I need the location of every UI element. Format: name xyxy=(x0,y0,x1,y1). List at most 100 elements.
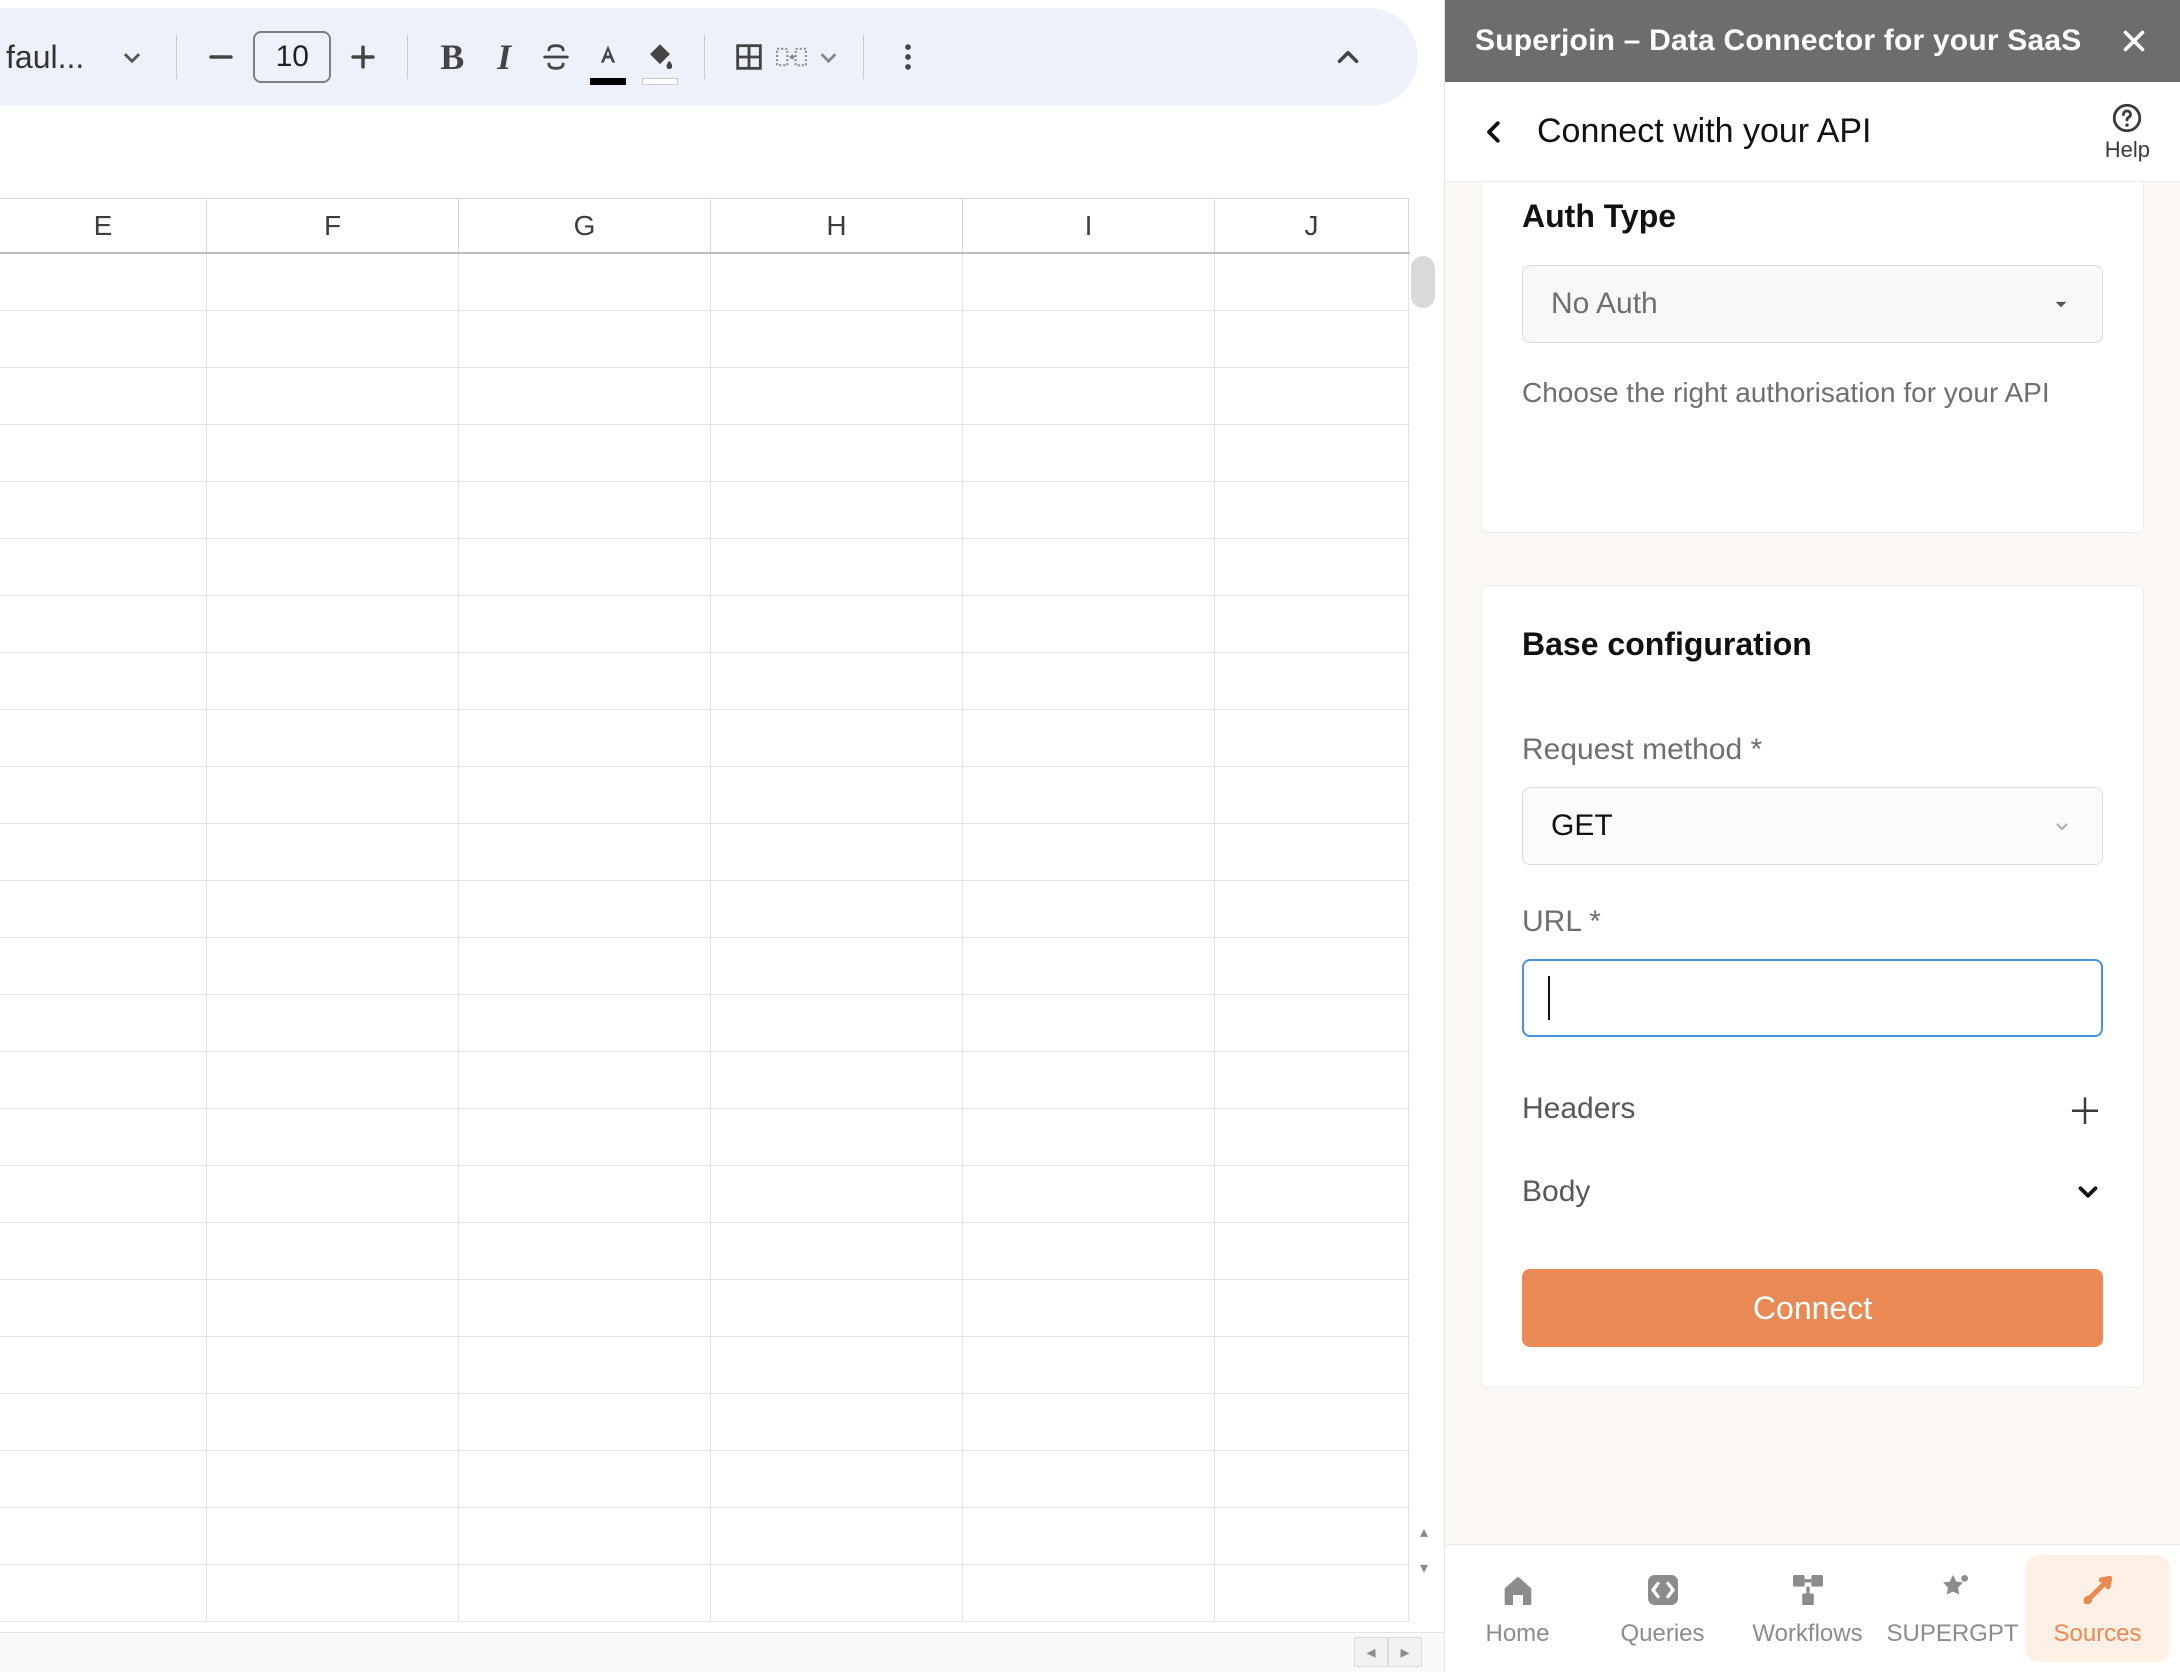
cell[interactable] xyxy=(0,881,207,937)
cell[interactable] xyxy=(207,938,459,994)
spreadsheet-grid[interactable] xyxy=(0,254,1410,1640)
cell[interactable] xyxy=(207,1223,459,1279)
cell[interactable] xyxy=(963,425,1215,481)
cell[interactable] xyxy=(459,311,711,367)
headers-row[interactable]: Headers ＋ xyxy=(1522,1083,2103,1135)
cell[interactable] xyxy=(207,596,459,652)
scroll-down-arrow-icon[interactable]: ▾ xyxy=(1410,1554,1438,1582)
cell[interactable] xyxy=(963,596,1215,652)
more-options-button[interactable] xyxy=(882,31,934,83)
cell[interactable] xyxy=(963,1166,1215,1222)
cell[interactable] xyxy=(963,1280,1215,1336)
cell[interactable] xyxy=(963,311,1215,367)
cell[interactable] xyxy=(963,1052,1215,1108)
cell[interactable] xyxy=(963,1337,1215,1393)
cell[interactable] xyxy=(963,539,1215,595)
cell[interactable] xyxy=(1215,539,1409,595)
cell[interactable] xyxy=(1215,824,1409,880)
cell[interactable] xyxy=(459,482,711,538)
cell[interactable] xyxy=(459,1565,711,1621)
column-header[interactable]: G xyxy=(459,199,711,252)
cell[interactable] xyxy=(459,1280,711,1336)
cell[interactable] xyxy=(711,653,963,709)
cell[interactable] xyxy=(1215,482,1409,538)
cell[interactable] xyxy=(1215,1565,1409,1621)
cell[interactable] xyxy=(711,995,963,1051)
cell[interactable] xyxy=(711,1109,963,1165)
cell[interactable] xyxy=(0,824,207,880)
text-color-button[interactable] xyxy=(582,31,634,83)
merge-cells-button[interactable] xyxy=(775,31,845,83)
cell[interactable] xyxy=(711,1337,963,1393)
cell[interactable] xyxy=(0,1280,207,1336)
cell[interactable] xyxy=(207,1451,459,1507)
scroll-up-arrow-icon[interactable]: ▴ xyxy=(1410,1518,1438,1546)
cell[interactable] xyxy=(963,881,1215,937)
cell[interactable] xyxy=(711,1394,963,1450)
vertical-scrollbar[interactable]: ▴ ▾ xyxy=(1410,198,1438,1618)
cell[interactable] xyxy=(459,368,711,424)
strikethrough-button[interactable] xyxy=(530,31,582,83)
cell[interactable] xyxy=(711,1052,963,1108)
cell[interactable] xyxy=(459,824,711,880)
cell[interactable] xyxy=(0,1052,207,1108)
cell[interactable] xyxy=(459,1109,711,1165)
nav-item-supergpt[interactable]: SUPERGPT xyxy=(1880,1545,2025,1672)
cell[interactable] xyxy=(459,995,711,1051)
cell[interactable] xyxy=(963,1223,1215,1279)
cell[interactable] xyxy=(1215,1508,1409,1564)
cell[interactable] xyxy=(1215,653,1409,709)
cell[interactable] xyxy=(0,995,207,1051)
scroll-left-arrow-icon[interactable]: ◂ xyxy=(1354,1637,1388,1667)
cell[interactable] xyxy=(1215,1280,1409,1336)
cell[interactable] xyxy=(1215,1052,1409,1108)
font-size-input[interactable]: 10 xyxy=(253,31,331,83)
cell[interactable] xyxy=(1215,368,1409,424)
cell[interactable] xyxy=(207,254,459,310)
cell[interactable] xyxy=(711,482,963,538)
cell[interactable] xyxy=(711,938,963,994)
auth-type-select[interactable]: No Auth xyxy=(1522,265,2103,343)
cell[interactable] xyxy=(207,995,459,1051)
cell[interactable] xyxy=(459,596,711,652)
cell[interactable] xyxy=(459,710,711,766)
cell[interactable] xyxy=(711,539,963,595)
scrollbar-thumb[interactable] xyxy=(1411,256,1435,308)
cell[interactable] xyxy=(711,1223,963,1279)
cell[interactable] xyxy=(207,767,459,823)
cell[interactable] xyxy=(207,425,459,481)
cell[interactable] xyxy=(1215,767,1409,823)
cell[interactable] xyxy=(207,710,459,766)
cell[interactable] xyxy=(0,482,207,538)
connect-button[interactable]: Connect xyxy=(1522,1269,2103,1347)
cell[interactable] xyxy=(207,653,459,709)
cell[interactable] xyxy=(711,824,963,880)
cell[interactable] xyxy=(1215,254,1409,310)
cell[interactable] xyxy=(0,767,207,823)
cell[interactable] xyxy=(1215,425,1409,481)
close-panel-button[interactable] xyxy=(2114,21,2154,61)
cell[interactable] xyxy=(1215,1394,1409,1450)
cell[interactable] xyxy=(0,254,207,310)
cell[interactable] xyxy=(711,1166,963,1222)
cell[interactable] xyxy=(963,824,1215,880)
fill-color-button[interactable] xyxy=(634,31,686,83)
nav-item-home[interactable]: Home xyxy=(1445,1545,1590,1672)
cell[interactable] xyxy=(207,482,459,538)
cell[interactable] xyxy=(459,1052,711,1108)
borders-button[interactable] xyxy=(723,31,775,83)
cell[interactable] xyxy=(207,1394,459,1450)
cell[interactable] xyxy=(711,1451,963,1507)
cell[interactable] xyxy=(711,881,963,937)
cell[interactable] xyxy=(1215,1451,1409,1507)
cell[interactable] xyxy=(963,1565,1215,1621)
column-header[interactable]: I xyxy=(963,199,1215,252)
cell[interactable] xyxy=(711,1565,963,1621)
cell[interactable] xyxy=(1215,995,1409,1051)
increase-font-size-button[interactable] xyxy=(337,31,389,83)
cell[interactable] xyxy=(963,254,1215,310)
cell[interactable] xyxy=(459,1337,711,1393)
cell[interactable] xyxy=(963,767,1215,823)
cell[interactable] xyxy=(0,938,207,994)
cell[interactable] xyxy=(207,1508,459,1564)
